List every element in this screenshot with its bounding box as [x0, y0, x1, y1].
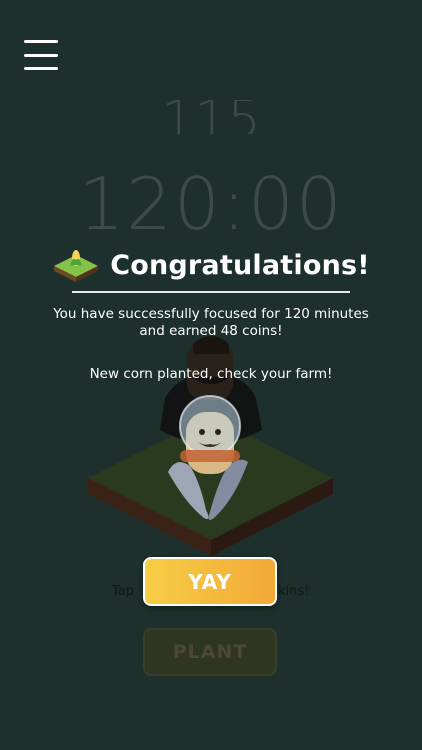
yay-button[interactable]: YAY — [143, 557, 277, 606]
planted-message: New corn planted, check your farm! — [89, 366, 333, 382]
hint-right-text: kins! — [278, 584, 310, 599]
plant-button[interactable]: PLANT — [143, 628, 277, 676]
focus-summary-line2: and earned 48 coins! — [139, 323, 283, 339]
dialog-title: Congratulations! — [110, 249, 370, 281]
focus-summary-text: You have successfully focused for 120 mi… — [0, 306, 422, 340]
grass-tile-corn-icon — [54, 250, 99, 282]
hint-left-text: Tap — [112, 584, 135, 599]
title-divider — [72, 291, 350, 293]
focus-summary-line1: You have successfully focused for 120 mi… — [53, 306, 369, 322]
dialog-title-row: Congratulations! — [0, 240, 422, 290]
